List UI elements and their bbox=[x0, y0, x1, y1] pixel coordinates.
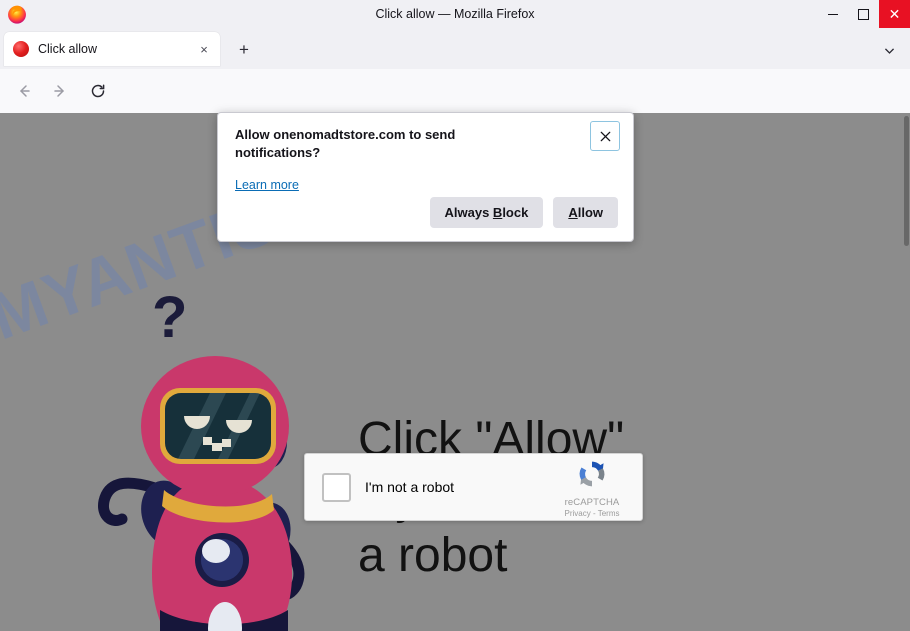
allow-label-post: llow bbox=[577, 205, 603, 220]
tab-close-icon[interactable]: × bbox=[195, 40, 213, 58]
scrollbar-thumb[interactable] bbox=[904, 116, 909, 246]
recaptcha-terms-link[interactable]: Terms bbox=[598, 509, 620, 518]
notification-permission-dialog: Allow onenomadtstore.com to send notific… bbox=[217, 112, 634, 242]
close-icon bbox=[600, 131, 610, 141]
allow-button[interactable]: Allow bbox=[553, 197, 618, 228]
always-block-accesskey: B bbox=[492, 205, 503, 220]
window-controls: ✕ bbox=[817, 0, 910, 28]
allow-accesskey: A bbox=[568, 205, 578, 220]
maximize-button[interactable] bbox=[848, 0, 879, 28]
recaptcha-label: I'm not a robot bbox=[365, 479, 455, 495]
tab-title: Click allow bbox=[38, 42, 98, 56]
page-scrollbar[interactable] bbox=[903, 113, 910, 631]
title-bar: Click allow — Mozilla Firefox ✕ bbox=[0, 0, 910, 28]
recaptcha-brand-name: reCAPTCHA bbox=[564, 496, 620, 508]
back-button[interactable] bbox=[10, 77, 38, 105]
window-title: Click allow — Mozilla Firefox bbox=[375, 7, 535, 21]
tab-strip: Click allow × + bbox=[0, 28, 910, 69]
maximize-icon bbox=[858, 8, 869, 20]
browser-tab[interactable]: Click allow × bbox=[4, 32, 220, 66]
dialog-title: Allow onenomadtstore.com to send notific… bbox=[235, 127, 456, 160]
recaptcha-branding: reCAPTCHA Privacy - Terms bbox=[546, 457, 638, 518]
recaptcha-widget[interactable]: I'm not a robot reCAPTCHA Privacy - Term… bbox=[304, 453, 643, 521]
close-icon: ✕ bbox=[888, 6, 901, 22]
always-block-button[interactable]: Always Block bbox=[429, 197, 544, 228]
recaptcha-logo-icon bbox=[579, 461, 605, 486]
minimize-button[interactable] bbox=[817, 0, 848, 28]
navigation-toolbar: https://onenomadtstore.com/dLtykv3tsrI0z… bbox=[0, 69, 910, 178]
recaptcha-privacy-link[interactable]: Privacy bbox=[565, 509, 591, 518]
recaptcha-checkbox[interactable] bbox=[322, 472, 351, 502]
headline-line-3: a robot bbox=[358, 529, 508, 582]
forward-button[interactable] bbox=[46, 77, 74, 105]
minimize-icon bbox=[827, 13, 838, 15]
firefox-browser-window: Click allow — Mozilla Firefox ✕ Click al… bbox=[0, 0, 910, 631]
tab-favicon-icon bbox=[13, 41, 29, 57]
always-block-label-post: lock bbox=[502, 205, 529, 220]
chevron-down-icon[interactable] bbox=[878, 39, 900, 61]
learn-more-link[interactable]: Learn more bbox=[235, 178, 299, 192]
recaptcha-link-separator: - bbox=[590, 508, 598, 518]
dialog-close-button[interactable] bbox=[590, 121, 620, 151]
dialog-actions: Always Block Allow bbox=[429, 197, 618, 228]
always-block-label-pre: Always bbox=[444, 205, 493, 220]
recaptcha-brand-links: Privacy - Terms bbox=[546, 509, 638, 518]
close-window-button[interactable]: ✕ bbox=[879, 0, 910, 28]
new-tab-button[interactable]: + bbox=[232, 38, 256, 62]
reload-button[interactable] bbox=[84, 77, 112, 105]
